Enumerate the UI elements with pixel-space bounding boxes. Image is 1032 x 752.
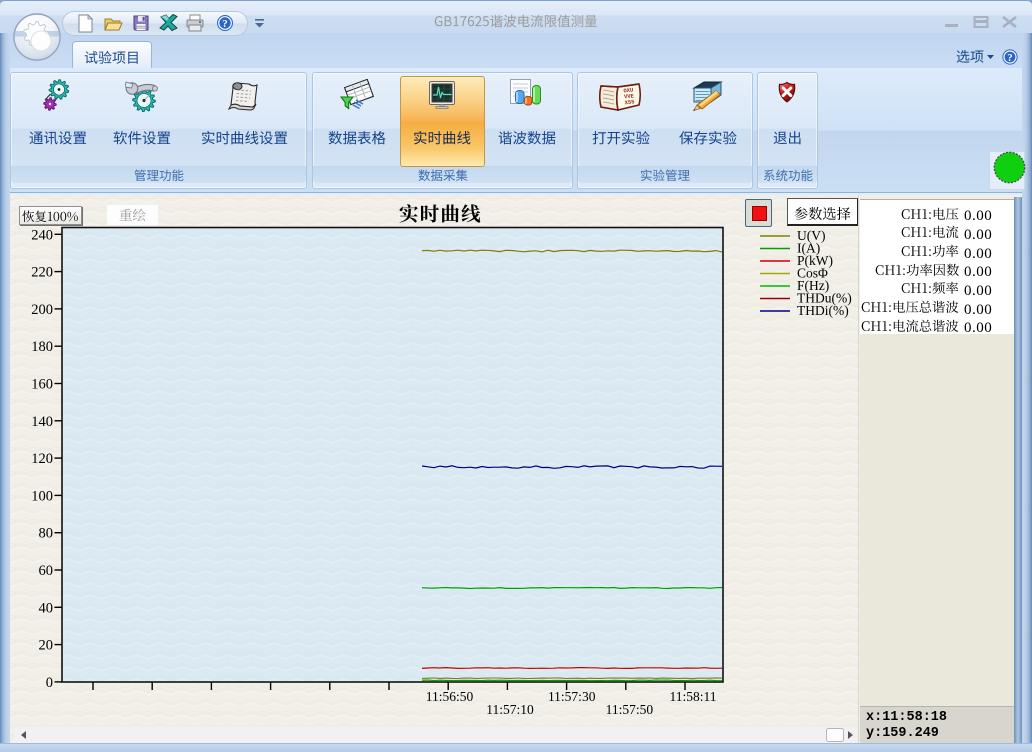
svg-text:40: 40 [39,600,54,616]
svg-text:?: ? [222,18,228,30]
svg-text:THDi(%): THDi(%) [797,303,849,318]
svg-text:11:57:10: 11:57:10 [486,702,534,717]
svg-text:160: 160 [31,377,53,393]
svg-text:11:58:11: 11:58:11 [670,689,717,704]
svg-text:80: 80 [39,526,54,542]
svg-text:60: 60 [39,563,54,579]
svg-text:140: 140 [31,414,53,430]
svg-text:11:57:50: 11:57:50 [606,702,654,717]
svg-text:240: 240 [31,227,53,243]
svg-text:120: 120 [31,451,53,467]
svg-text:200: 200 [31,302,53,318]
svg-text:?: ? [1007,52,1013,64]
svg-text:0: 0 [46,675,53,691]
svg-text:220: 220 [31,265,53,281]
svg-text:11:57:30: 11:57:30 [548,689,596,704]
svg-text:100: 100 [31,488,53,504]
svg-text:20: 20 [39,638,54,654]
svg-text:X55: X55 [624,98,635,106]
svg-text:11:56:50: 11:56:50 [426,689,474,704]
svg-text:180: 180 [31,339,53,355]
